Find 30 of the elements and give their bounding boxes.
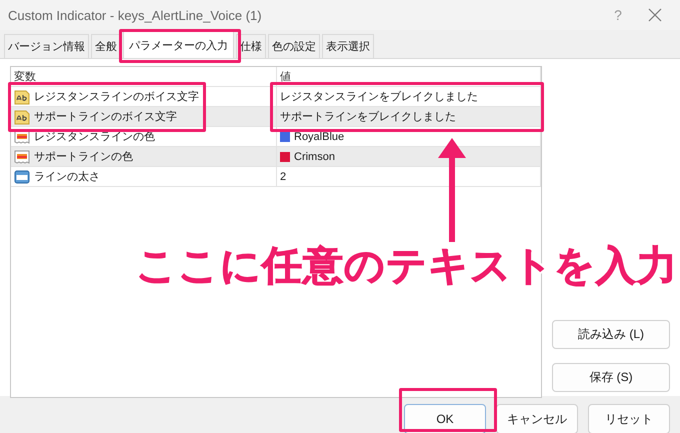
column-header[interactable]: 変数 xyxy=(14,69,36,84)
parameter-value[interactable]: サポートラインをブレイクしました xyxy=(280,109,456,124)
side-button[interactable]: 読み込み (L) xyxy=(552,320,670,349)
color-type-icon xyxy=(14,148,30,164)
number-type-icon xyxy=(14,168,30,184)
window-title: Custom Indicator - keys_AlertLine_Voice (1) xyxy=(8,8,263,22)
text-type-icon xyxy=(14,108,30,124)
parameter-name: ラインの太さ xyxy=(34,170,100,184)
side-button[interactable]: 保存 (S) xyxy=(552,363,670,392)
parameter-value[interactable]: レジスタンスラインをブレイクしました xyxy=(280,89,478,104)
tab[interactable]: 色の設定 xyxy=(268,34,320,58)
parameter-value[interactable]: 2 xyxy=(280,170,286,182)
dialog-button[interactable]: OK xyxy=(404,404,486,433)
annotation-text: ここに任意のテキストを入力 xyxy=(136,243,678,290)
column-header[interactable]: 値 xyxy=(280,69,291,84)
parameter-name: レジスタンスラインの色 xyxy=(34,130,155,144)
dialog-button[interactable]: キャンセル xyxy=(496,404,578,433)
tab[interactable]: 仕様 xyxy=(236,34,266,58)
close-icon[interactable] xyxy=(648,8,662,22)
tab[interactable]: パラメーターの入力 xyxy=(123,31,234,58)
parameter-value[interactable]: RoyalBlue xyxy=(294,130,344,142)
parameter-name: サポートラインの色 xyxy=(34,150,133,164)
parameter-name: サポートラインのボイス文字 xyxy=(34,110,177,124)
text-type-icon xyxy=(14,88,30,104)
parameter-value[interactable]: Crimson xyxy=(294,150,335,162)
tab[interactable]: 全般 xyxy=(91,34,121,58)
dialog-button[interactable]: リセット xyxy=(588,404,670,433)
tab[interactable]: バージョン情報 xyxy=(4,34,89,58)
parameter-name: レジスタンスラインのボイス文字 xyxy=(34,90,199,104)
tab[interactable]: 表示選択 xyxy=(322,34,374,58)
